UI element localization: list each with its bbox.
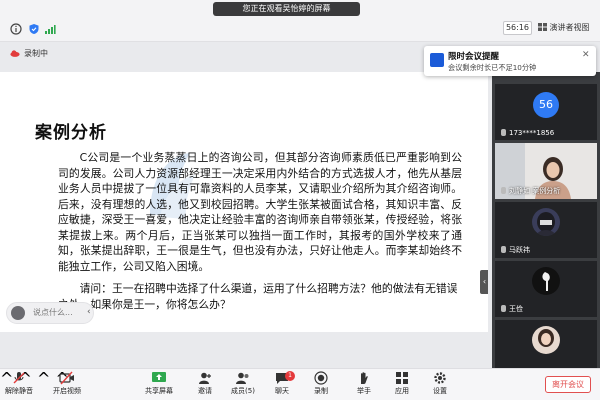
mic-off-icon <box>501 187 506 194</box>
collapse-panel-handle[interactable]: ‹ <box>480 270 488 294</box>
members-button[interactable]: 成员(5) <box>228 371 258 399</box>
slide-case-text: C公司是一个业务蒸蒸日上的咨询公司，但其部分咨询师素质低已严重影响到公司的发展。… <box>58 151 462 273</box>
mic-off-icon <box>13 372 25 384</box>
share-screen-button[interactable]: 共享屏幕 <box>144 371 174 399</box>
participant-tile-active-speaker[interactable]: 刘静如 案例分析 <box>495 143 597 199</box>
settings-button[interactable]: 设置 <box>428 371 452 399</box>
gear-icon <box>434 372 446 384</box>
comment-input[interactable]: 说点什么... ‹ <box>6 302 94 324</box>
settings-label: 设置 <box>433 387 447 395</box>
chat-label: 聊天 <box>275 387 289 395</box>
avatar <box>532 267 560 295</box>
avatar <box>532 208 560 236</box>
camera-off-icon <box>59 371 74 385</box>
participant-panel: 56 173****1856 刘静如 案例分析 马跃祎 王俭 <box>492 72 600 368</box>
mic-off-icon <box>501 129 506 136</box>
invite-user-icon <box>199 372 211 384</box>
participant-tile[interactable]: 56 173****1856 <box>495 84 597 140</box>
record-label: 录制 <box>314 387 328 395</box>
chevron-up-icon[interactable]: ^ <box>37 369 50 388</box>
raise-hand-button[interactable]: 举手 <box>352 371 376 399</box>
shared-screen-slide: 案例分析 C公司是一个业务蒸蒸日上的咨询公司，但其部分咨询师素质低已严重影响到公… <box>0 72 488 332</box>
cloud-record-icon <box>10 50 20 57</box>
meeting-timer: 56:16 <box>503 21 532 35</box>
record-button[interactable]: 录制 <box>309 371 333 399</box>
mic-off-icon <box>501 246 506 253</box>
recording-label: 录制中 <box>24 49 48 58</box>
mute-label: 解除静音 <box>5 387 33 395</box>
reminder-body: 会议剩余时长已不足10分钟 <box>448 63 537 72</box>
info-icon[interactable] <box>10 23 22 35</box>
apps-button[interactable]: 应用 <box>390 371 414 399</box>
recording-indicator: 录制中 <box>10 47 48 61</box>
meeting-window: { "topbar": { "watching_notice": "您正在观看吴… <box>0 0 600 400</box>
mic-off-icon <box>501 305 506 312</box>
share-screen-label: 共享屏幕 <box>145 387 173 395</box>
avatar <box>532 326 560 354</box>
security-shield-icon[interactable] <box>28 23 40 35</box>
apps-label: 应用 <box>395 387 409 395</box>
chat-button[interactable]: 聊天 1 <box>270 371 295 399</box>
reminder-title: 限时会议提醒 <box>448 52 500 62</box>
close-icon[interactable]: ✕ <box>582 50 590 60</box>
view-mode-button[interactable]: 演讲者视图 <box>538 21 596 35</box>
top-bar: 您正在观看吴怡婷的屏幕 56:16 演讲者视图 <box>0 0 600 42</box>
participant-name: 王俭 <box>501 304 523 314</box>
participant-tile[interactable]: 王俭 <box>495 261 597 317</box>
signal-icon[interactable] <box>44 23 56 35</box>
mute-button[interactable]: 解除静音 <box>4 371 34 399</box>
avatar <box>11 306 25 320</box>
participant-name: 173****1856 <box>501 129 554 137</box>
participant-name: 刘静如 案例分析 <box>501 186 560 196</box>
slide-title: 案例分析 <box>35 123 107 143</box>
raise-hand-label: 举手 <box>357 387 371 395</box>
invite-label: 邀请 <box>198 387 212 395</box>
participant-tile[interactable] <box>495 320 597 368</box>
bottom-toolbar: 解除静音 ^ 开启视频 ^ 共享屏幕 ^ 邀请 成员(5) ^ 聊天 1 录制 … <box>0 368 600 400</box>
view-mode-label: 演讲者视图 <box>549 23 590 32</box>
apps-grid-icon <box>396 372 408 384</box>
record-icon <box>314 371 328 385</box>
chat-unread-badge: 1 <box>285 371 295 381</box>
avatar: 56 <box>533 92 559 118</box>
leave-meeting-button[interactable]: 离开会议 <box>545 376 591 393</box>
comment-placeholder: 说点什么... <box>33 308 73 317</box>
meeting-time-reminder: 限时会议提醒 会议剩余时长已不足10分钟 ✕ <box>424 46 596 76</box>
video-button[interactable]: 开启视频 <box>52 371 82 399</box>
watching-notice: 您正在观看吴怡婷的屏幕 <box>213 2 360 16</box>
share-screen-icon <box>152 372 166 382</box>
video-label: 开启视频 <box>53 387 81 395</box>
chevron-left-icon[interactable]: ‹ <box>87 307 91 317</box>
invite-button[interactable]: 邀请 <box>192 371 218 399</box>
meeting-logo-icon <box>430 53 444 67</box>
raise-hand-icon <box>361 372 368 384</box>
grid-view-icon <box>538 23 547 31</box>
participant-name: 马跃祎 <box>501 245 530 255</box>
members-label: 成员(5) <box>231 387 255 395</box>
participant-tile[interactable]: 马跃祎 <box>495 202 597 258</box>
slide-question-text: 请问：王一在招聘中选择了什么渠道，运用了什么招聘方法？他的做法有无错误之处，如果… <box>58 282 458 311</box>
members-icon <box>236 372 249 384</box>
